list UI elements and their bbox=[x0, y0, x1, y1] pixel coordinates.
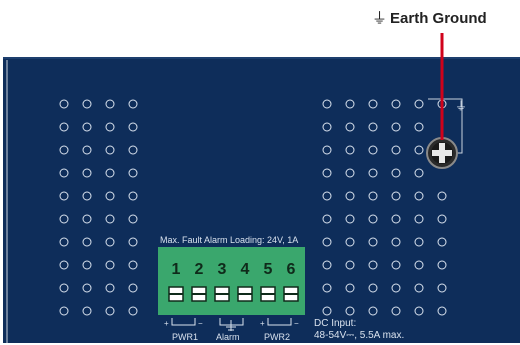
switch-rear-panel-diagram: ⏚ Max. Fault Alarm Loading: 24V, 1A 1234… bbox=[3, 33, 520, 343]
terminal-pin-number: 1 bbox=[172, 261, 181, 278]
pwr1-minus: − bbox=[198, 319, 203, 328]
pwr2-minus: − bbox=[294, 319, 299, 328]
terminal-pin-number: 4 bbox=[241, 261, 250, 278]
pwr1-label: PWR1 bbox=[172, 332, 198, 342]
alarm-label: Alarm bbox=[216, 332, 240, 342]
dc-input-line2: 48-54V⎓, 5.5A max. bbox=[314, 330, 404, 341]
dc-input-line1: DC Input: bbox=[314, 318, 356, 329]
terminal-block bbox=[158, 247, 305, 315]
fault-alarm-caption: Max. Fault Alarm Loading: 24V, 1A bbox=[160, 235, 298, 245]
terminal-pin-number: 6 bbox=[287, 261, 296, 278]
pwr2-plus: + bbox=[260, 319, 265, 328]
panel-ground-symbol: ⏚ bbox=[455, 99, 467, 113]
pwr1-plus: + bbox=[164, 319, 169, 328]
terminal-pin-number: 5 bbox=[264, 261, 273, 278]
terminal-pin-number: 2 bbox=[195, 261, 204, 278]
terminal-pin-number: 3 bbox=[218, 261, 227, 278]
pwr2-label: PWR2 bbox=[264, 332, 290, 342]
ground-screw bbox=[426, 137, 458, 169]
